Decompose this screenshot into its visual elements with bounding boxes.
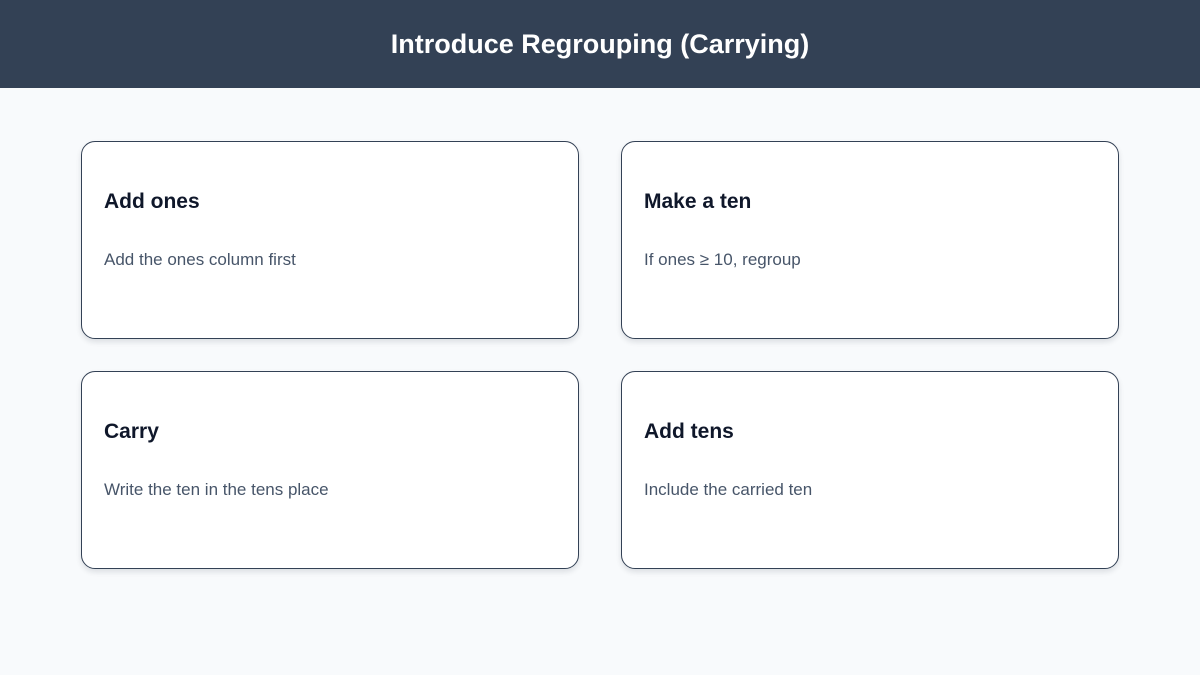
- card-description: Write the ten in the tens place: [104, 480, 329, 499]
- card-description: Include the carried ten: [644, 480, 813, 499]
- page-title: Introduce Regrouping (Carrying): [390, 28, 810, 59]
- card-title: Add ones: [104, 190, 200, 213]
- card-title: Add tens: [644, 420, 734, 443]
- step-card-carry: Carry Write the ten in the tens place: [81, 371, 579, 569]
- card-description: If ones ≥ 10, regroup: [644, 250, 801, 269]
- step-card-add-tens: Add tens Include the carried ten: [621, 371, 1119, 569]
- header-bar: Introduce Regrouping (Carrying): [0, 0, 1200, 88]
- card-description: Add the ones column first: [104, 250, 296, 269]
- card-title: Make a ten: [644, 190, 752, 213]
- card-title: Carry: [104, 420, 159, 443]
- step-card-add-ones: Add ones Add the ones column first: [81, 141, 579, 339]
- step-card-make-a-ten: Make a ten If ones ≥ 10, regroup: [621, 141, 1119, 339]
